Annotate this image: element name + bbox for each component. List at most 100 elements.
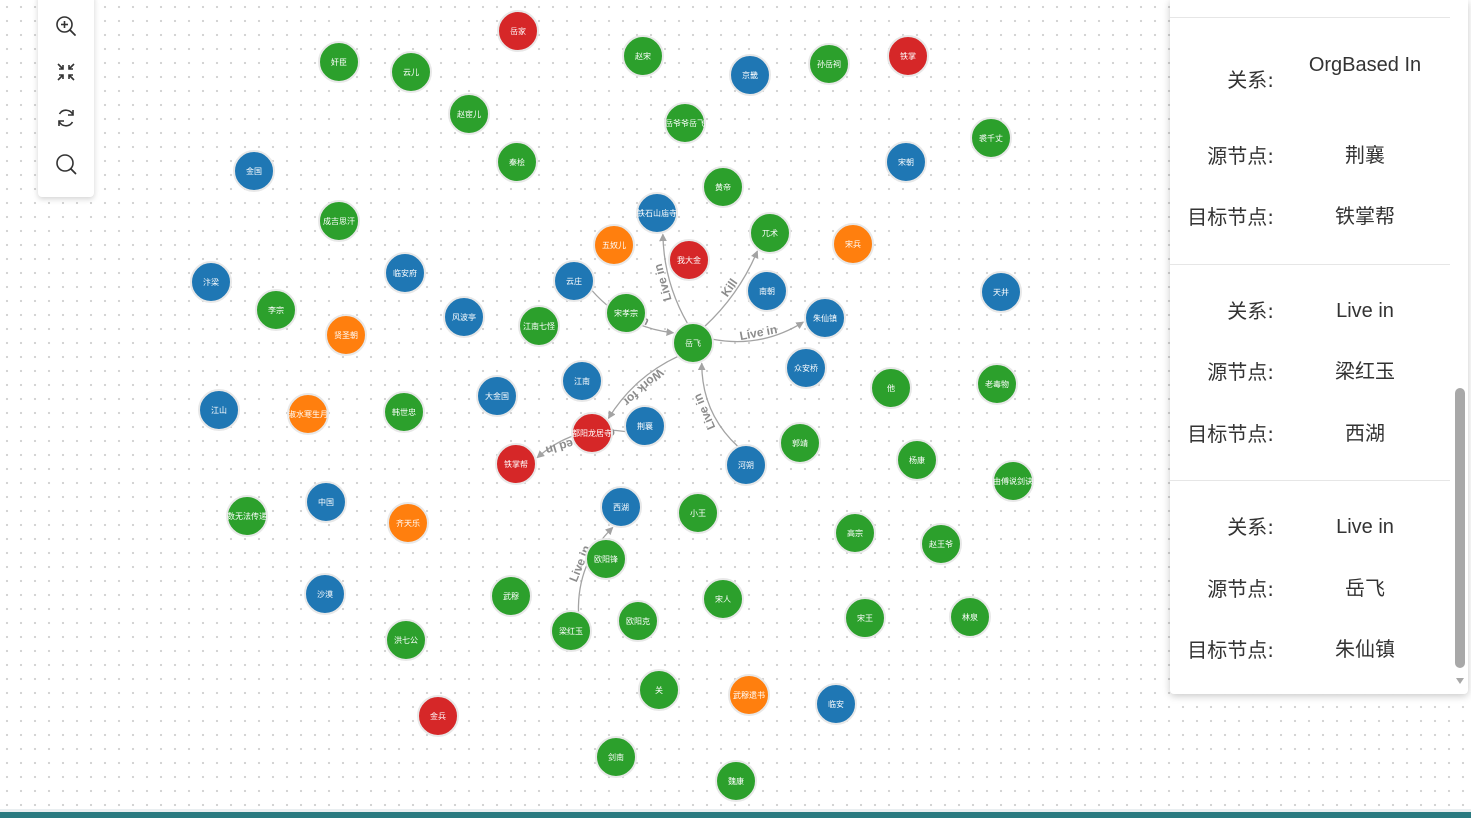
graph-node[interactable]: 金兵 [417,695,459,737]
graph-node[interactable]: 沙漠 [304,573,346,615]
graph-node[interactable]: 云儿 [390,51,432,93]
node-label: 裘千丈 [979,133,1003,143]
graph-node[interactable]: 关 [638,669,680,711]
graph-node[interactable]: 魏康 [715,760,757,802]
node-label: 韩世忠 [392,407,416,417]
relation-row: 关系: Live in [1170,291,1450,331]
graph-node[interactable]: 赵宋 [622,35,664,77]
graph-node[interactable]: 京畿 [729,54,771,96]
graph-node[interactable]: 云庄 [553,260,595,302]
graph-node[interactable]: 齐天乐 [387,502,429,544]
graph-node[interactable]: 宋孝宗 [605,292,647,334]
scroll-down-arrow-icon[interactable] [1455,676,1465,686]
relation-value: OrgBased In [1308,54,1422,76]
graph-node[interactable]: 临安府 [384,252,426,294]
search-button[interactable] [52,150,80,178]
graph-node[interactable]: 洪七公 [385,619,427,661]
panel-scrollbar-thumb[interactable] [1455,388,1465,668]
graph-node[interactable]: 赵宦儿 [448,93,490,135]
graph-node[interactable]: 杨康 [896,439,938,481]
node-label: 江山 [211,405,227,415]
graph-node[interactable]: 奸臣 [318,41,360,83]
graph-node[interactable]: 宋王 [844,597,886,639]
graph-node[interactable]: 西湖 [600,486,642,528]
graph-node[interactable]: 都阳龙居寺 [571,412,613,454]
graph-node[interactable]: 风波亭 [443,296,485,338]
graph-node[interactable]: 秦桧 [496,141,538,183]
zoom-in-button[interactable] [52,12,80,40]
divider [1170,480,1450,481]
graph-node[interactable]: 由傅说剑诀 [992,460,1034,502]
graph-node[interactable]: 韩世忠 [383,391,425,433]
graph-node[interactable]: 欧阳克 [617,600,659,642]
target-row: 目标节点: 铁掌帮 [1170,197,1450,237]
graph-node[interactable]: 李宗 [255,289,297,331]
graph-node[interactable]: 众安桥 [785,347,827,389]
graph-node[interactable]: 铁掌帮 [495,443,537,485]
node-label: 河朔 [738,460,754,470]
graph-node[interactable]: 天井 [980,271,1022,313]
graph-node[interactable]: 我大金 [668,239,710,281]
source-value: 岳飞 [1345,578,1385,600]
graph-node[interactable]: 赵王爷 [920,523,962,565]
refresh-button[interactable] [52,104,80,132]
graph-node[interactable]: 临安 [815,683,857,725]
graph-node[interactable]: 贤圣朝 [325,314,367,356]
node-label: 洪七公 [394,635,418,645]
relation-label: 关系: [1227,299,1274,323]
node-label: 京畿 [742,70,758,80]
graph-node[interactable]: 河朔 [725,444,767,486]
graph-node[interactable]: 江南七怪 [518,305,560,347]
graph-node[interactable]: 岳爷爷岳飞 [664,102,706,144]
node-label: 朱仙镇 [813,313,837,323]
graph-node[interactable]: 欧阳锋 [585,538,627,580]
graph-node[interactable]: 数无法传递 [226,495,268,537]
graph-node[interactable]: 成吉思汗 [318,200,360,242]
graph-node[interactable]: 金国 [233,150,275,192]
graph-node[interactable]: 中国 [305,481,347,523]
graph-node[interactable]: 南朝 [746,270,788,312]
graph-node[interactable]: 老毒物 [976,363,1018,405]
graph-node[interactable]: 铁掌 [887,35,929,77]
node-label: 西湖 [613,503,629,512]
graph-node[interactable]: 林泉 [949,596,991,638]
node-label: 南朝 [759,286,775,296]
graph-node[interactable]: 铁石山庙寺 [636,192,678,234]
graph-node[interactable]: 汴梁 [190,261,232,303]
graph-node[interactable]: 江山 [198,389,240,431]
relation-detail-panel[interactable]: 关系: OrgBased In 源节点: 荆襄 目标节点: 铁掌帮 关系: Li… [1170,0,1468,694]
edge-label: Live in [690,391,718,431]
node-label: 欧阳克 [626,616,650,626]
graph-node[interactable]: 宋兵 [832,223,874,265]
graph-node[interactable]: 剑南 [595,736,637,778]
fit-view-button[interactable] [52,58,80,86]
node-label: 岳飞 [685,338,701,348]
graph-node[interactable]: 高宗 [834,512,876,554]
graph-node[interactable]: 他 [870,367,912,409]
source-row: 源节点: 岳飞 [1170,569,1450,609]
graph-node[interactable]: 郭靖 [779,422,821,464]
source-label: 源节点: [1207,360,1274,384]
node-label: 云庄 [566,276,582,286]
graph-node[interactable]: 武穆遗书 [728,674,770,716]
graph-node[interactable]: 梁红玉 [550,610,592,652]
graph-node[interactable]: 兀术 [749,212,791,254]
graph-node[interactable]: 黄帝 [702,166,744,208]
graph-node[interactable]: 朱仙镇 [804,297,846,339]
graph-node[interactable]: 裘千丈 [970,117,1012,159]
node-label: 高宗 [847,528,863,538]
node-label: 都阳龙居寺 [572,428,612,438]
graph-node[interactable]: 荆襄 [624,405,666,447]
graph-node[interactable]: 武穆 [490,575,532,617]
graph-node[interactable]: 淑水寒生月 [287,393,329,435]
graph-node[interactable]: 五奴儿 [593,224,635,266]
graph-node[interactable]: 孙岳祠 [808,43,850,85]
graph-node[interactable]: 大金国 [476,375,518,417]
node-label: 临安府 [393,268,417,278]
graph-node[interactable]: 岳家 [497,10,539,52]
graph-node[interactable]: 江南 [561,360,603,402]
graph-node[interactable]: 岳飞 [672,322,714,364]
graph-node[interactable]: 宋朝 [885,141,927,183]
graph-node[interactable]: 宋人 [702,578,744,620]
graph-node[interactable]: 小王 [677,492,719,534]
